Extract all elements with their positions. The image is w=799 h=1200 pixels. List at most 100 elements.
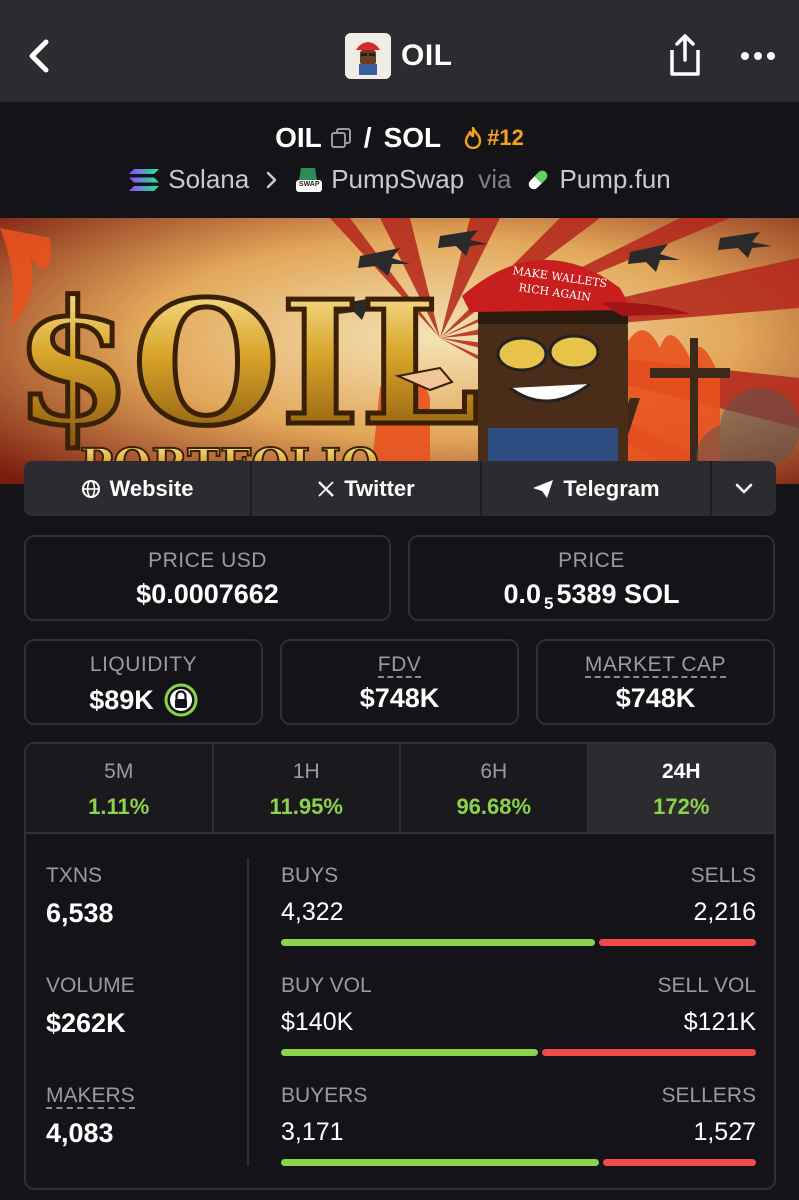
market-cap-label[interactable]: MARKET CAP: [584, 653, 727, 678]
via-label: via: [478, 164, 512, 194]
tab-6h-label: 6H: [480, 760, 508, 783]
token-banner: $OIL PORTFOLIO MAKE WALLETS RICH AGAIN: [0, 218, 799, 484]
tab-6h[interactable]: 6H 96.68%: [401, 744, 589, 832]
flame-icon: [464, 127, 482, 149]
stats-panel: 5M 1.11% 1H 11.95% 6H 96.68% 24H 172% TX…: [24, 742, 776, 1190]
tab-6h-change: 96.68%: [456, 794, 532, 819]
stats-divider: [247, 858, 249, 1166]
chain-network[interactable]: Solana: [168, 164, 249, 195]
txns-stat: TXNS 6,538: [46, 864, 114, 929]
lock-icon[interactable]: [164, 683, 198, 717]
tab-1h-label: 1H: [292, 760, 320, 783]
volume-label: VOLUME: [46, 974, 135, 997]
solana-icon: [129, 168, 160, 191]
twitter-label: Twitter: [344, 475, 415, 501]
telegram-label: Telegram: [563, 475, 660, 501]
x-icon: [318, 480, 335, 497]
globe-icon: [81, 479, 100, 498]
website-link[interactable]: Website: [24, 461, 252, 516]
buy-vol-bar-fill: [281, 1049, 538, 1056]
pair-separator: /: [363, 122, 372, 153]
buyers-value: 3,171: [281, 1118, 344, 1146]
market-cap-value: $748K: [615, 683, 696, 713]
price-native-card: PRICE 0.0 5 5389 SOL: [408, 535, 775, 621]
more-options-icon[interactable]: [738, 44, 778, 68]
buys-value: 4,322: [281, 898, 344, 926]
price-usd-value: $0.0007662: [136, 579, 279, 609]
tab-24h[interactable]: 24H 172%: [588, 744, 774, 832]
token-title[interactable]: OIL: [345, 32, 453, 80]
sellers-value: 1,527: [693, 1118, 756, 1146]
tab-5m-label: 5M: [104, 760, 134, 783]
price-native-value: 0.0 5 5389 SOL: [410, 579, 773, 614]
tab-5m-change: 1.11%: [88, 794, 150, 819]
telegram-link[interactable]: Telegram: [482, 461, 712, 516]
chain-dex[interactable]: PumpSwap: [331, 164, 464, 195]
buyers-sellers-stat: BUYERS SELLERS 3,171 1,527: [281, 1084, 756, 1166]
copy-icon[interactable]: [330, 127, 352, 149]
top-bar: OIL: [0, 0, 799, 102]
buys-sells-stat: BUYS SELLS 4,322 2,216: [281, 864, 756, 946]
sellers-label: SELLERS: [661, 1084, 756, 1107]
back-arrow-icon[interactable]: [22, 34, 62, 78]
tab-5m[interactable]: 5M 1.11%: [26, 744, 214, 832]
pumpswap-badge: SWAP: [298, 180, 320, 188]
buyers-bar-fill: [281, 1159, 600, 1166]
tab-24h-label: 24H: [661, 760, 701, 783]
stats-grid: TXNS 6,538 BUYS SELLS 4,322 2,216 VOLUME $…: [26, 834, 774, 1188]
liquidity-label: LIQUIDITY: [89, 653, 198, 676]
buys-bar-fill: [281, 939, 595, 946]
makers-value: 4,083: [46, 1118, 114, 1148]
makers-stat: MAKERS 4,083: [46, 1084, 135, 1149]
price-usd-card: PRICE USD $0.0007662: [24, 535, 391, 621]
banner-headline: $OIL: [14, 264, 479, 464]
buyers-label: BUYERS: [281, 1084, 368, 1107]
volume-value: $262K: [46, 1008, 126, 1038]
more-links-button[interactable]: [712, 461, 776, 516]
price-native-prefix: 0.0: [503, 579, 541, 609]
tab-1h[interactable]: 1H 11.95%: [213, 744, 401, 832]
sell-vol-value: $121K: [683, 1008, 756, 1036]
fdv-card: FDV $748K: [280, 639, 519, 725]
timeframe-tabs: 5M 1.11% 1H 11.95% 6H 96.68% 24H 172%: [26, 744, 774, 834]
rank-value: #12: [487, 125, 524, 150]
share-icon[interactable]: [664, 32, 706, 78]
page-title: OIL: [401, 39, 453, 72]
sellers-bar-fill: [603, 1159, 756, 1166]
liquidity-card: LIQUIDITY $89K: [24, 639, 263, 725]
social-links-bar: Website Twitter Telegram: [24, 461, 776, 516]
twitter-link[interactable]: Twitter: [252, 461, 482, 516]
price-native-label: PRICE: [558, 549, 625, 572]
telegram-icon: [533, 479, 554, 498]
sell-vol-bar-fill: [541, 1049, 756, 1056]
txns-value: 6,538: [46, 898, 114, 928]
liquidity-value: $89K: [89, 684, 154, 715]
pumpswap-icon: SWAP: [295, 166, 323, 194]
market-cap-card: MARKET CAP $748K: [536, 639, 775, 725]
price-usd-label: PRICE USD: [148, 549, 267, 572]
sells-value: 2,216: [693, 898, 756, 926]
token-logo-icon: [345, 33, 391, 79]
buy-vol-label: BUY VOL: [281, 974, 372, 997]
txns-label: TXNS: [46, 864, 103, 887]
makers-label[interactable]: MAKERS: [46, 1084, 135, 1109]
pair-info: OIL / SOL #12 Solana SWAP PumpSwap via P…: [0, 102, 799, 218]
trending-rank[interactable]: #12: [463, 125, 524, 151]
fdv-label[interactable]: FDV: [377, 653, 422, 678]
chevron-right-icon: [266, 171, 277, 188]
website-label: Website: [109, 475, 194, 501]
buy-sell-volume-stat: BUY VOL SELL VOL $140K $121K: [281, 974, 756, 1056]
buy-vol-value: $140K: [281, 1008, 354, 1036]
pill-icon: [529, 170, 548, 189]
chevron-down-icon: [735, 483, 753, 493]
volume-bar: [281, 1049, 756, 1056]
tab-1h-change: 11.95%: [269, 794, 343, 819]
chain-launchpad[interactable]: Pump.fun: [559, 164, 670, 195]
buys-sells-bar: [281, 939, 756, 946]
sell-vol-label: SELL VOL: [657, 974, 756, 997]
price-native-rest: 5389 SOL: [556, 579, 680, 609]
pair-base: OIL: [275, 122, 322, 153]
fdv-value: $748K: [359, 683, 440, 713]
buyers-sellers-bar: [281, 1159, 756, 1166]
price-native-zeros: 5: [544, 594, 554, 614]
